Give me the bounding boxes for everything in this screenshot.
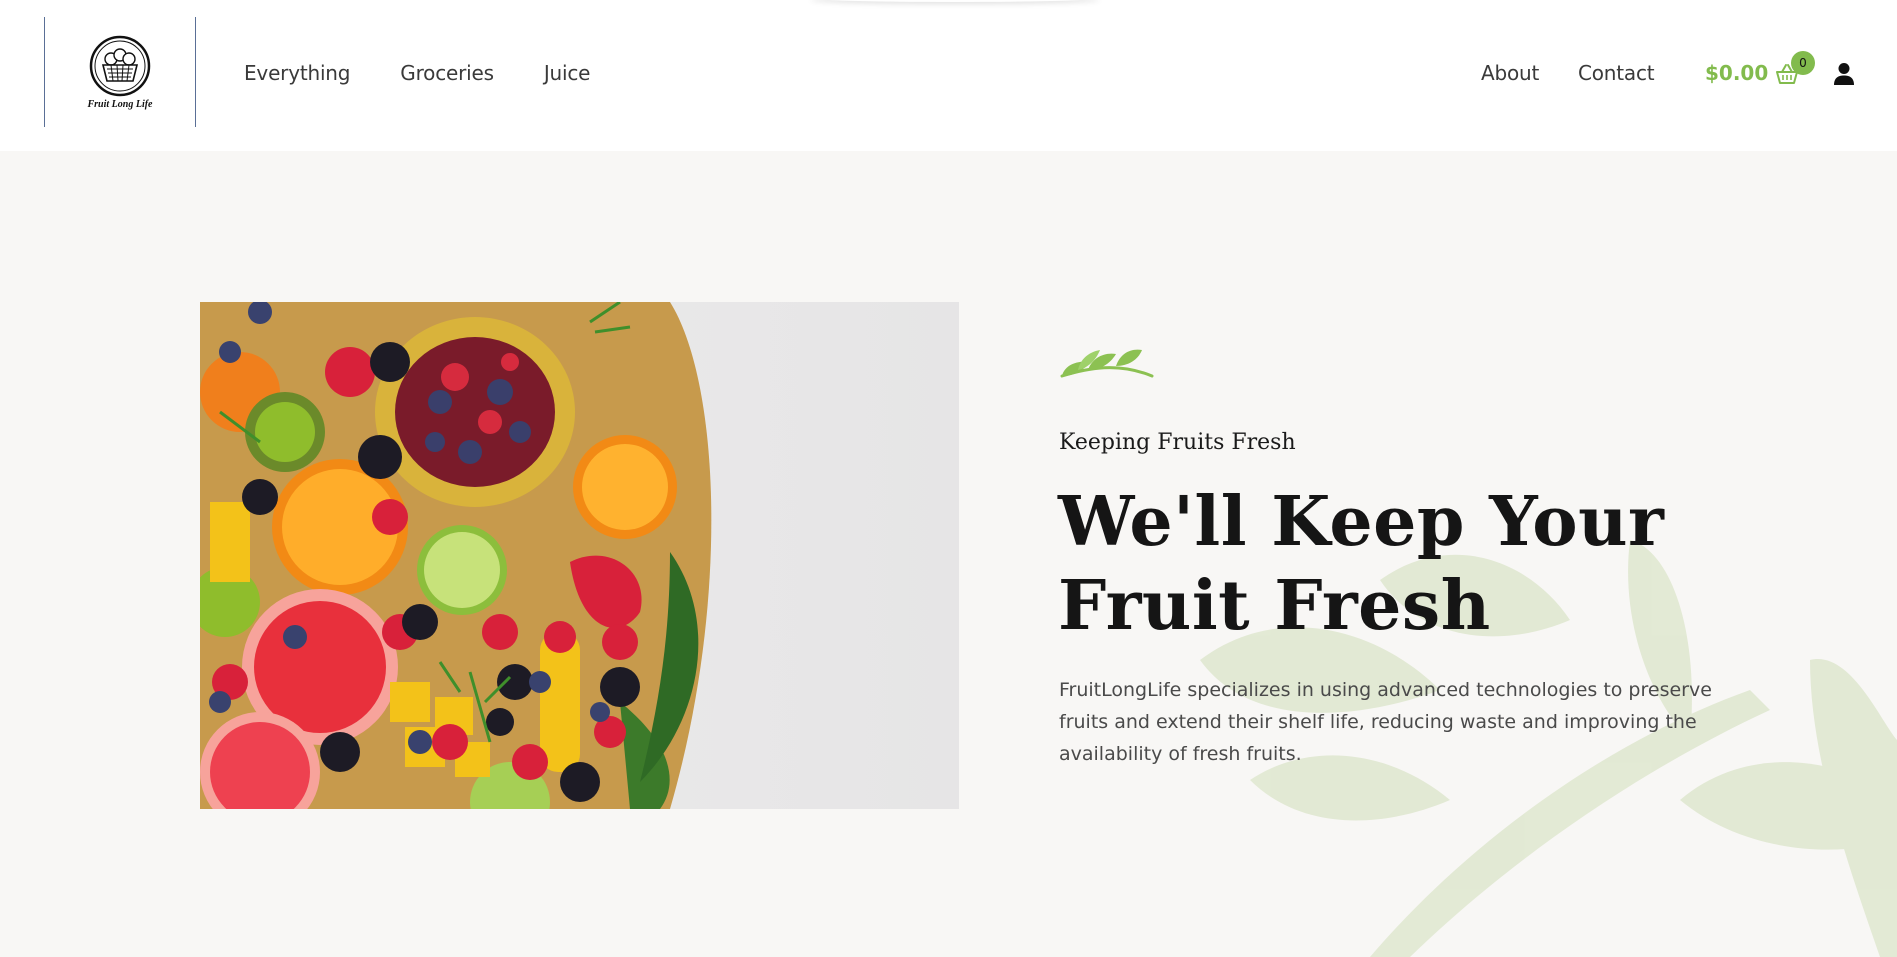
leaf-sprig-icon <box>1060 349 1154 378</box>
nav-about[interactable]: About <box>1481 61 1539 85</box>
fruit-platter-image <box>200 302 959 809</box>
hero-description: FruitLongLife specializes in using advan… <box>1059 679 1712 765</box>
hero-eyebrow: Keeping Fruits Fresh <box>1059 430 1296 455</box>
header-shadow <box>810 0 1100 2</box>
nav-groceries[interactable]: Groceries <box>400 61 494 85</box>
logo[interactable]: Fruit Long Life <box>44 17 196 127</box>
hero-headline-line2: Fruit Fresh <box>1058 566 1491 646</box>
cart-total[interactable]: $0.00 <box>1705 61 1768 85</box>
primary-nav: Everything Groceries Juice <box>244 61 640 85</box>
user-icon[interactable] <box>1833 62 1855 86</box>
cart-count-badge: 0 <box>1791 51 1815 75</box>
nav-juice[interactable]: Juice <box>544 61 591 85</box>
site-header: Fruit Long Life Everything Groceries Jui… <box>0 0 1897 151</box>
logo-text: Fruit Long Life <box>87 99 153 110</box>
hero-headline-line1: We'll Keep Your <box>1058 482 1665 562</box>
fruit-basket-logo-icon <box>89 35 151 97</box>
hero-fruit-image <box>200 302 959 809</box>
nav-contact[interactable]: Contact <box>1578 61 1655 85</box>
hero-headline: We'll Keep Your Fruit Fresh <box>1058 480 1758 648</box>
nav-everything[interactable]: Everything <box>244 61 350 85</box>
